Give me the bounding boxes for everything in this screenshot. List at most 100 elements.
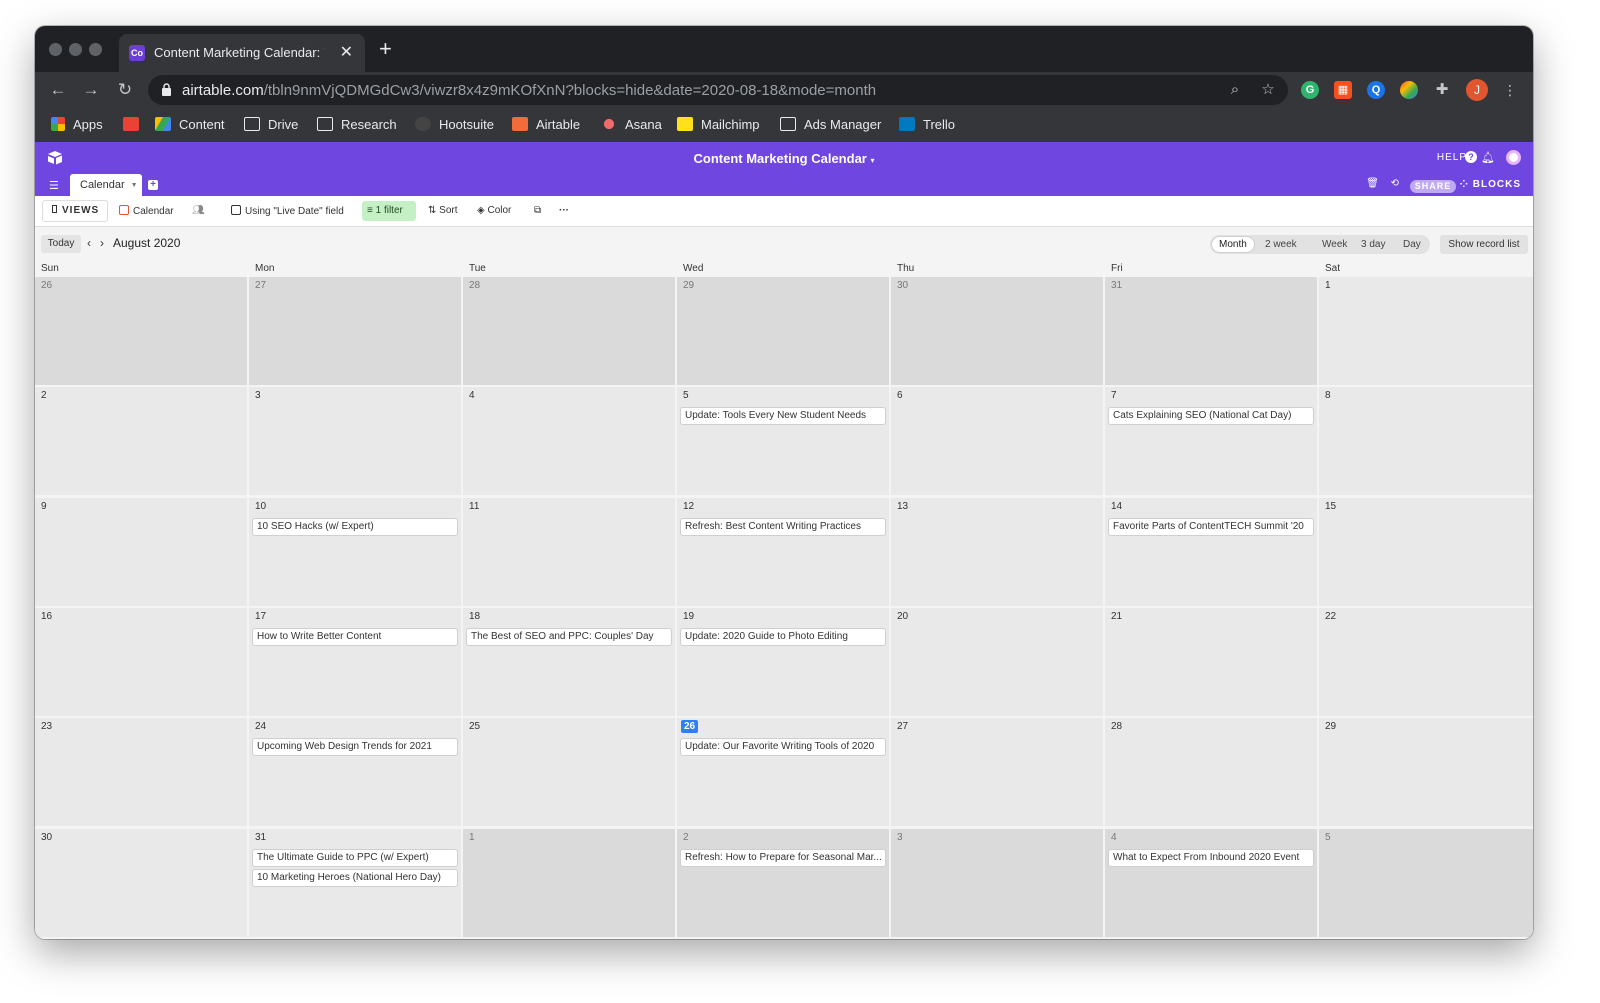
bell-icon[interactable]: 🔔︎: [1481, 151, 1495, 164]
day-cell[interactable]: 2 Refresh: How to Prepare for Seasonal Ma…: [677, 828, 889, 937]
event-card[interactable]: Favorite Parts of ContentTECH Summit '20: [1108, 517, 1314, 536]
day-cell[interactable]: 20: [891, 607, 1103, 716]
day-cell[interactable]: 19 Update: 2020 Guide to Photo Editing: [677, 607, 889, 716]
date-field-button[interactable]: Using "Live Date" field: [231, 205, 344, 217]
mode-3-day[interactable]: 3 day: [1354, 237, 1392, 252]
event-card[interactable]: What to Expect From Inbound 2020 Event: [1108, 848, 1314, 867]
event-card[interactable]: Refresh: Best Content Writing Practices: [680, 517, 886, 536]
day-cell[interactable]: 31 The Ultimate Guide to PPC (w/ Expert) 1…: [249, 828, 461, 937]
search-zoom-icon[interactable]: ⌕: [1225, 80, 1245, 100]
event-card[interactable]: Update: Tools Every New Student Needs: [680, 407, 886, 426]
close-window-button[interactable]: [49, 43, 62, 56]
event-card[interactable]: The Best of SEO and PPC: Couples' Day: [466, 627, 672, 646]
day-cell[interactable]: 29: [1319, 718, 1533, 827]
calendar-extension-icon[interactable]: ▦: [1334, 81, 1352, 99]
bookmark-asana[interactable]: Asana: [601, 115, 662, 135]
collaborators-icon[interactable]: 👥︎: [192, 205, 205, 216]
reload-icon[interactable]: ↻: [113, 78, 137, 102]
color-picker-extension-icon[interactable]: [1400, 81, 1418, 99]
event-card[interactable]: Update: Our Favorite Writing Tools of 20…: [680, 738, 886, 757]
day-cell[interactable]: 27: [249, 277, 461, 385]
blocks-button[interactable]: ⁘ BLOCKS: [1460, 179, 1521, 190]
bookmark-trello[interactable]: Trello: [899, 115, 955, 135]
day-cell[interactable]: 14 Favorite Parts of ContentTECH Summit '…: [1105, 497, 1317, 606]
more-options-icon[interactable]: ···: [559, 205, 569, 216]
day-cell[interactable]: 28: [1105, 718, 1317, 827]
day-cell[interactable]: 31: [1105, 277, 1317, 385]
trash-icon[interactable]: 🗑︎: [1366, 178, 1379, 189]
day-cell[interactable]: 29: [677, 277, 889, 385]
user-avatar[interactable]: [1506, 150, 1521, 165]
profile-avatar[interactable]: J: [1466, 79, 1488, 101]
day-cell[interactable]: 11: [463, 497, 675, 606]
bookmark-research[interactable]: Research: [317, 115, 397, 135]
day-cell[interactable]: 6: [891, 387, 1103, 496]
kebab-menu-icon[interactable]: ⋮: [1498, 78, 1522, 102]
day-cell[interactable]: 12 Refresh: Best Content Writing Practice…: [677, 497, 889, 606]
day-cell[interactable]: 5: [1319, 828, 1533, 937]
day-cell[interactable]: 28: [463, 277, 675, 385]
day-cell[interactable]: 13: [891, 497, 1103, 606]
bookmark-mailchimp[interactable]: Mailchimp: [677, 115, 760, 135]
event-card[interactable]: 10 SEO Hacks (w/ Expert): [252, 517, 458, 536]
day-cell[interactable]: 30: [35, 828, 247, 937]
help-button[interactable]: HELP: [1437, 152, 1467, 163]
mode-2-week[interactable]: 2 week: [1258, 237, 1304, 252]
bookmark-apps[interactable]: Apps: [51, 115, 103, 135]
day-cell[interactable]: 16: [35, 607, 247, 716]
filter-button[interactable]: ≡ 1 filter: [362, 201, 416, 221]
event-card[interactable]: The Ultimate Guide to PPC (w/ Expert): [252, 848, 458, 867]
bookmark-star-icon[interactable]: ☆: [1258, 80, 1278, 100]
day-cell[interactable]: 3: [891, 828, 1103, 937]
event-card[interactable]: Cats Explaining SEO (National Cat Day): [1108, 407, 1314, 426]
day-cell[interactable]: 27: [891, 718, 1103, 827]
day-cell[interactable]: 22: [1319, 607, 1533, 716]
prev-month-icon[interactable]: ‹: [87, 236, 91, 250]
bookmark-airtable[interactable]: Airtable: [512, 115, 580, 135]
views-button[interactable]: VIEWS: [42, 200, 108, 222]
minimize-window-button[interactable]: [69, 43, 82, 56]
url-text[interactable]: airtable.com/tbln9nmVjQDMGdCw3/viwzr8x4z…: [182, 82, 876, 99]
show-record-list-button[interactable]: Show record list: [1440, 235, 1528, 254]
bookmark-hootsuite[interactable]: Hootsuite: [415, 115, 494, 135]
history-icon[interactable]: ⟲: [1391, 178, 1399, 189]
bookmark-content[interactable]: Content: [155, 115, 225, 135]
new-tab-button[interactable]: +: [379, 38, 392, 60]
event-card[interactable]: How to Write Better Content: [252, 627, 458, 646]
today-button[interactable]: Today: [41, 235, 81, 253]
close-tab-icon[interactable]: ✕: [340, 42, 353, 62]
menu-icon[interactable]: ☰: [49, 179, 59, 192]
day-cell[interactable]: 26: [35, 277, 247, 385]
bookmark-ads-manager[interactable]: Ads Manager: [780, 115, 881, 135]
share-view-icon[interactable]: ⧉: [534, 205, 541, 216]
day-cell[interactable]: 21: [1105, 607, 1317, 716]
day-cell[interactable]: 2: [35, 387, 247, 496]
day-cell[interactable]: 9: [35, 497, 247, 606]
view-switcher[interactable]: Calendar: [119, 205, 174, 217]
next-month-icon[interactable]: ›: [100, 236, 104, 250]
day-cell[interactable]: 7 Cats Explaining SEO (National Cat Day): [1105, 387, 1317, 496]
bookmark-gmail[interactable]: [123, 115, 147, 135]
sort-button[interactable]: ⇅ Sort: [428, 205, 458, 216]
event-card[interactable]: Update: 2020 Guide to Photo Editing: [680, 627, 886, 646]
event-card[interactable]: 10 Marketing Heroes (National Hero Day): [252, 868, 458, 887]
address-bar[interactable]: airtable.com/tbln9nmVjQDMGdCw3/viwzr8x4z…: [148, 75, 1288, 105]
help-icon[interactable]: ?: [1465, 151, 1477, 163]
day-cell[interactable]: 8: [1319, 387, 1533, 496]
event-card[interactable]: Upcoming Web Design Trends for 2021: [252, 738, 458, 757]
day-cell[interactable]: 26 Update: Our Favorite Writing Tools of …: [677, 718, 889, 827]
event-card[interactable]: Refresh: How to Prepare for Seasonal Mar…: [680, 848, 886, 867]
day-cell[interactable]: 15: [1319, 497, 1533, 606]
back-arrow-icon[interactable]: ←: [46, 78, 70, 102]
day-cell[interactable]: 4 What to Expect From Inbound 2020 Event: [1105, 828, 1317, 937]
share-button[interactable]: SHARE: [1410, 180, 1456, 193]
bookmark-drive[interactable]: Drive: [244, 115, 298, 135]
zoom-window-button[interactable]: [89, 43, 102, 56]
day-cell[interactable]: 30: [891, 277, 1103, 385]
mode-day[interactable]: Day: [1396, 237, 1428, 252]
day-cell[interactable]: 23: [35, 718, 247, 827]
day-cell[interactable]: 4: [463, 387, 675, 496]
mode-month[interactable]: Month: [1212, 237, 1254, 252]
mode-week[interactable]: Week: [1315, 237, 1354, 252]
table-tab-calendar[interactable]: Calendar ▼: [70, 174, 142, 196]
